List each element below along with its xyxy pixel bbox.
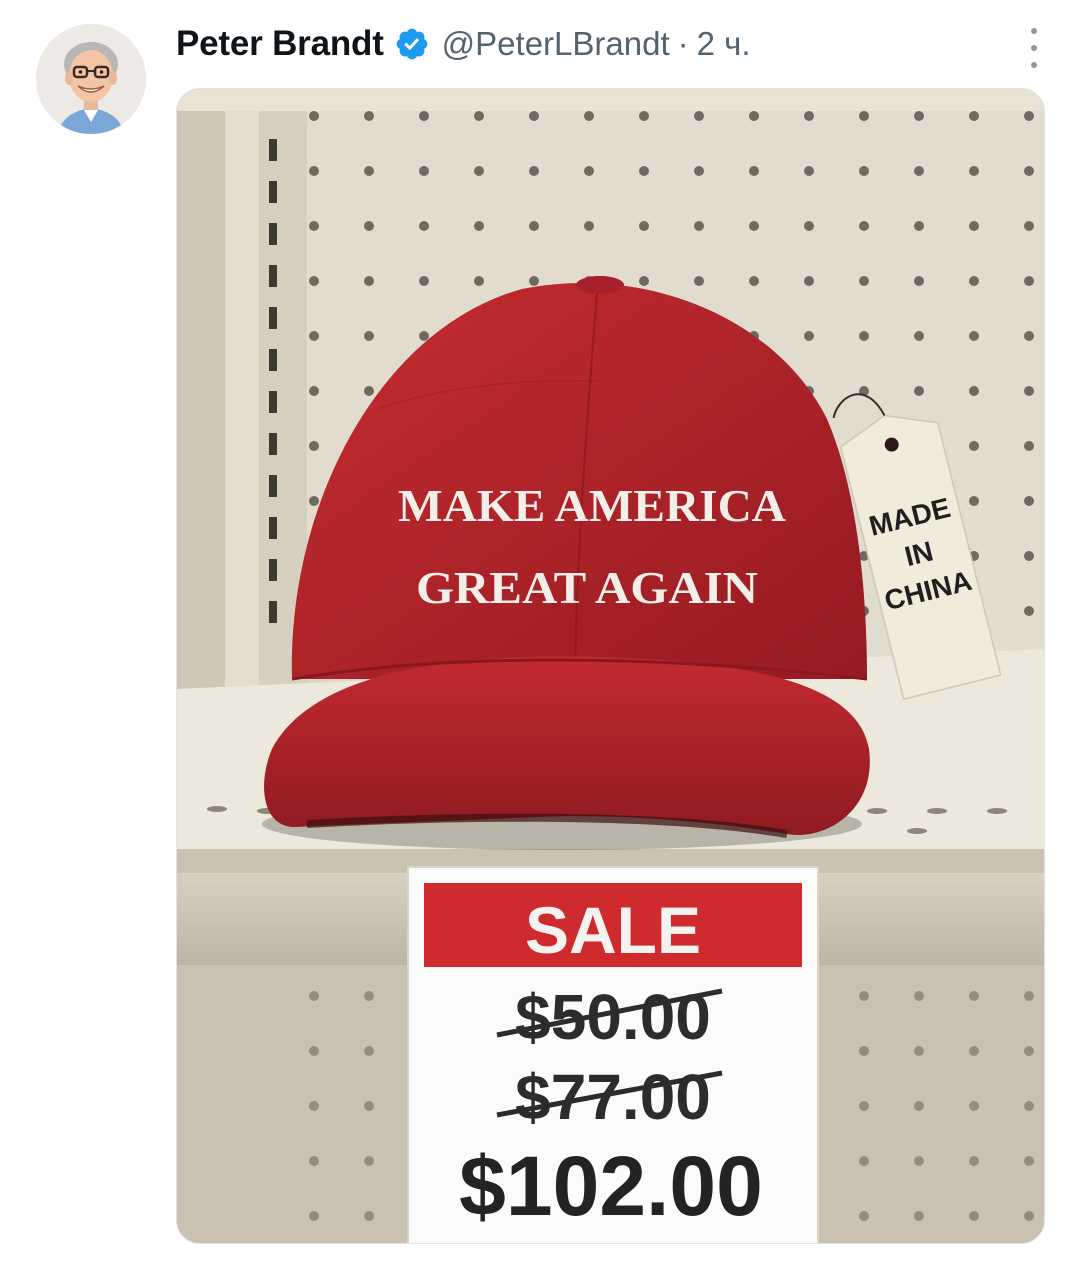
sale-sign: SALE $50.00 $77.00 $102.00 xyxy=(407,866,819,1243)
cap-text-line-1: MAKE AMERICA xyxy=(398,480,786,531)
price-struck-1: $50.00 xyxy=(515,981,711,1053)
price-current: $102.00 xyxy=(459,1139,763,1233)
price-struck-2: $77.00 xyxy=(515,1061,711,1133)
display-name[interactable]: Peter Brandt xyxy=(176,24,384,64)
avatar-caricature-icon xyxy=(36,24,146,134)
cap-text-line-2: GREAT AGAIN xyxy=(416,562,758,613)
avatar[interactable] xyxy=(36,24,146,134)
tweet-image[interactable]: MAKE AMERICA GREAT AGAIN MADE IN CHINA S… xyxy=(176,88,1045,1244)
verified-badge-icon[interactable] xyxy=(394,26,430,62)
tweet-header: Peter Brandt @PeterLBrandt · 2 ч. xyxy=(176,18,751,70)
separator-dot: · xyxy=(677,25,689,62)
sale-sign-header: SALE xyxy=(525,893,701,967)
user-handle[interactable]: @PeterLBrandt xyxy=(442,25,670,63)
more-vertical-icon[interactable] xyxy=(1022,28,1046,68)
timestamp[interactable]: 2 ч. xyxy=(697,25,751,63)
